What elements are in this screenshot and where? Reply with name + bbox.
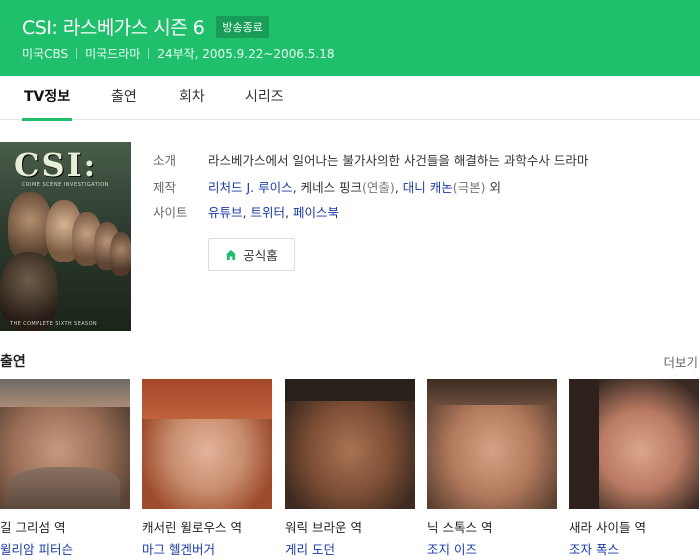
comma: ,	[284, 205, 293, 220]
cast-actor-link[interactable]: 윌리암 피터슨	[0, 539, 73, 558]
crew-director-1-link[interactable]: 리처드 J. 루이스	[208, 180, 293, 195]
crew-value: 리처드 J. 루이스, 케네스 핑크(연출), 대니 캐논(극본) 외	[208, 177, 501, 196]
crew-director-role: (연출)	[362, 180, 395, 195]
status-badge: 방송종료	[216, 15, 269, 38]
tab-cast[interactable]: 출연	[111, 76, 137, 120]
meta-genre[interactable]: 미국드라마	[85, 45, 140, 62]
cast-card[interactable]: 새라 사이들 역 조자 폭스	[569, 379, 699, 557]
cast-photo[interactable]	[0, 379, 130, 509]
cast-actor-link[interactable]: 마그 헬겐버거	[142, 539, 215, 558]
header-banner: CSI: 라스베가스 시즌 6 방송종료 미국CBS 미국드라마 24부작, 2…	[0, 0, 700, 76]
cast-photo[interactable]	[142, 379, 272, 509]
site-link-twitter[interactable]: 트위터	[250, 205, 285, 220]
cast-actor-link[interactable]: 조지 이즈	[427, 539, 477, 558]
photo-beard	[10, 467, 120, 509]
poster-face	[110, 232, 131, 276]
program-title[interactable]: CSI: 라스베가스 시즌 6	[22, 13, 205, 40]
poster-footer: THE COMPLETE SIXTH SEASON	[10, 321, 98, 327]
crew-etc: 외	[489, 180, 502, 195]
cast-role: 캐서린 윌로우스 역	[142, 520, 242, 535]
meta-row: 미국CBS 미국드라마 24부작, 2005.9.22~2006.5.18	[22, 45, 335, 62]
tab-bar: TV정보 출연 회차 시리즈	[0, 76, 700, 121]
cast-card[interactable]: 닉 스톡스 역 조지 이즈	[427, 379, 557, 557]
poster-face	[0, 252, 58, 331]
photo-hair	[285, 379, 415, 401]
site-label: 사이트	[153, 205, 188, 220]
cast-actor-link[interactable]: 조자 폭스	[569, 539, 619, 558]
cast-section-title: 출연	[0, 354, 26, 370]
crew-director-2: 케네스 핑크	[300, 180, 363, 195]
intro-label: 소개	[153, 153, 177, 168]
cast-card[interactable]: 길 그리섬 역 윌리암 피터슨	[0, 379, 130, 557]
cast-role: 닉 스톡스 역	[427, 520, 493, 535]
site-links: 유튜브, 트위터, 페이스북	[208, 202, 339, 221]
home-icon	[226, 249, 237, 260]
more-link[interactable]: 더보기	[663, 352, 698, 371]
cast-role: 길 그리섬 역	[0, 520, 66, 535]
tab-episodes[interactable]: 회차	[179, 76, 205, 120]
crew-writer-link[interactable]: 대니 캐논	[403, 180, 453, 195]
cast-card[interactable]: 캐서린 윌로우스 역 마그 헬겐버거	[142, 379, 272, 557]
meta-divider	[148, 48, 150, 59]
cast-photo[interactable]	[569, 379, 699, 509]
photo-hair	[142, 379, 272, 419]
meta-episodes-dates: 24부작, 2005.9.22~2006.5.18	[157, 47, 335, 61]
cast-role: 워릭 브라운 역	[285, 520, 362, 535]
tab-series[interactable]: 시리즈	[245, 76, 284, 120]
official-home-button[interactable]: 공식홈	[208, 238, 295, 271]
crew-writer-role: (극본)	[452, 180, 486, 195]
photo-hair	[427, 379, 557, 405]
site-link-youtube[interactable]: 유튜브	[208, 205, 243, 220]
comma: ,	[394, 180, 403, 195]
photo-hair	[569, 379, 599, 509]
poster-subtitle: CRIME SCENE INVESTIGATION	[22, 182, 109, 188]
cast-photo[interactable]	[285, 379, 415, 509]
title-row: CSI: 라스베가스 시즌 6 방송종료	[22, 13, 269, 40]
poster-image[interactable]: CSI: CRIME SCENE INVESTIGATION THE COMPL…	[0, 142, 131, 331]
tab-tv-info[interactable]: TV정보	[21, 76, 73, 121]
site-link-facebook[interactable]: 페이스북	[293, 205, 339, 220]
cast-role: 새라 사이들 역	[569, 520, 646, 535]
photo-shade	[0, 379, 130, 407]
cast-photo[interactable]	[427, 379, 557, 509]
intro-value: 라스베가스에서 일어나는 불가사의한 사건들을 해결하는 과학수사 드라마	[208, 153, 589, 168]
crew-label: 제작	[153, 180, 177, 195]
poster-logo: CSI:	[14, 146, 98, 184]
official-home-label: 공식홈	[243, 248, 278, 263]
meta-divider	[76, 48, 78, 59]
cast-card[interactable]: 워릭 브라운 역 게리 도던	[285, 379, 415, 557]
meta-network[interactable]: 미국CBS	[22, 45, 68, 62]
comma: ,	[292, 180, 301, 195]
cast-actor-link[interactable]: 게리 도던	[285, 539, 335, 558]
